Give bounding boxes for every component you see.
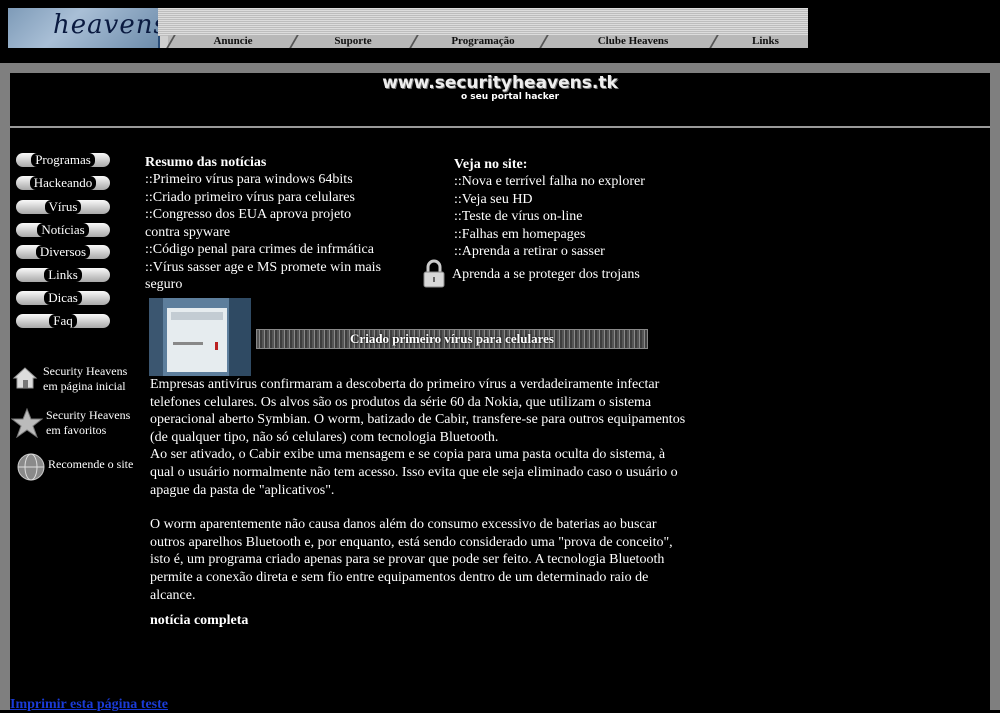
main-frame: www.securityheavens.tk o seu portal hack… (0, 63, 1000, 713)
full-article-link[interactable]: notícia completa (150, 613, 248, 629)
add-favorites-link[interactable]: Security Heavens em favoritos (46, 408, 130, 438)
site-banner: www.securityheavens.tk o seu portal hack… (10, 73, 990, 125)
star-icon[interactable] (11, 408, 43, 438)
nav-diversos[interactable]: Diversos (16, 245, 110, 259)
nav-label: Faq (49, 314, 77, 328)
header-stripes (158, 8, 808, 36)
nav-label: Diversos (35, 245, 91, 259)
nav-label: Programas (31, 153, 95, 167)
site-logo[interactable]: heavens (8, 8, 167, 48)
lock-icon (423, 259, 445, 288)
menu-separator (409, 35, 420, 48)
nav-noticias[interactable]: Notícias (16, 223, 110, 237)
article-body: Empresas antivírus confirmaram a descobe… (150, 376, 690, 604)
article-paragraph: O worm aparentemente não causa danos alé… (150, 517, 673, 603)
link-line: Security Heavens (46, 408, 131, 422)
nav-label: Notícias (37, 223, 89, 237)
nav-programas[interactable]: Programas (16, 153, 110, 167)
menu-separator (539, 35, 550, 48)
banner-title: www.securityheavens.tk (382, 73, 618, 93)
menu-item-links[interactable]: Links (728, 35, 803, 48)
set-homepage-link[interactable]: Security Heavens em página inicial (43, 364, 127, 394)
phone-screen-image (149, 298, 251, 376)
content-area: www.securityheavens.tk o seu portal hack… (10, 73, 990, 713)
nav-label: Dicas (44, 291, 82, 305)
nav-faq[interactable]: Faq (16, 314, 110, 328)
home-icon[interactable] (12, 365, 38, 391)
trojan-protection-link[interactable]: Aprenda a se proteger dos trojans (422, 259, 682, 289)
article-paragraph: Empresas antivírus confirmaram a descobe… (150, 377, 686, 445)
nav-label: Links (44, 268, 82, 282)
article-headline-bar[interactable]: Criado primeiro vírus para celulares (256, 329, 648, 349)
link-line: em página inicial (43, 379, 126, 393)
logo-text: heavens (53, 10, 168, 40)
article-headline: Criado primeiro vírus para celulares (350, 331, 554, 346)
link-line: Security Heavens (43, 364, 128, 378)
menu-separator (709, 35, 720, 48)
see-item[interactable]: ::Teste de vírus on-line (454, 208, 714, 226)
nav-links[interactable]: Links (16, 268, 110, 282)
nav-virus[interactable]: Vírus (16, 200, 110, 214)
summary-item[interactable]: ::Código penal para crimes de infrmática (145, 241, 385, 259)
article-paragraph: Ao ser ativado, o Cabir exibe uma mensag… (150, 447, 678, 498)
article-thumbnail (149, 298, 251, 376)
banner-subtitle: o seu portal hacker (460, 92, 560, 102)
nav-label: Hackeando (29, 176, 97, 190)
see-heading: Veja no site: (454, 157, 528, 172)
nav-dicas[interactable]: Dicas (16, 291, 110, 305)
see-item[interactable]: ::Falhas em homepages (454, 226, 714, 244)
menu-separator (166, 35, 177, 48)
summary-heading: Resumo das notícias (145, 155, 267, 170)
divider (10, 126, 990, 128)
trojan-link-text: Aprenda a se proteger dos trojans (452, 267, 640, 282)
summary-item[interactable]: ::Criado primeiro vírus para celulares (145, 189, 385, 207)
print-page-link[interactable]: Imprimir esta página teste (10, 697, 168, 713)
top-bar: heavens Anuncie Suporte Programação Club… (8, 8, 808, 48)
recommend-site-link[interactable]: Recomende o site (48, 457, 133, 472)
news-summary: Resumo das notícias ::Primeiro vírus par… (145, 155, 385, 294)
top-menu: Anuncie Suporte Programação Clube Heaven… (166, 35, 808, 48)
see-item[interactable]: ::Veja seu HD (454, 191, 714, 209)
see-on-site: Veja no site: ::Nova e terrível falha no… (454, 157, 714, 261)
globe-icon[interactable] (15, 451, 47, 483)
menu-item-clube-heavens[interactable]: Clube Heavens (563, 35, 703, 48)
menu-separator (289, 35, 300, 48)
summary-item[interactable]: ::Vírus sasser age e MS promete win mais… (145, 259, 385, 294)
nav-label: Vírus (44, 200, 82, 214)
summary-item[interactable]: ::Primeiro vírus para windows 64bits (145, 171, 385, 189)
menu-item-anuncie[interactable]: Anuncie (188, 35, 278, 48)
nav-hackeando[interactable]: Hackeando (16, 176, 110, 190)
summary-item[interactable]: ::Congresso dos EUA aprova projeto contr… (145, 206, 385, 241)
see-item[interactable]: ::Nova e terrível falha no explorer (454, 173, 714, 191)
menu-item-suporte[interactable]: Suporte (308, 35, 398, 48)
see-item[interactable]: ::Aprenda a retirar o sasser (454, 243, 714, 261)
menu-item-programacao[interactable]: Programação (428, 35, 538, 48)
link-line: em favoritos (46, 423, 107, 437)
